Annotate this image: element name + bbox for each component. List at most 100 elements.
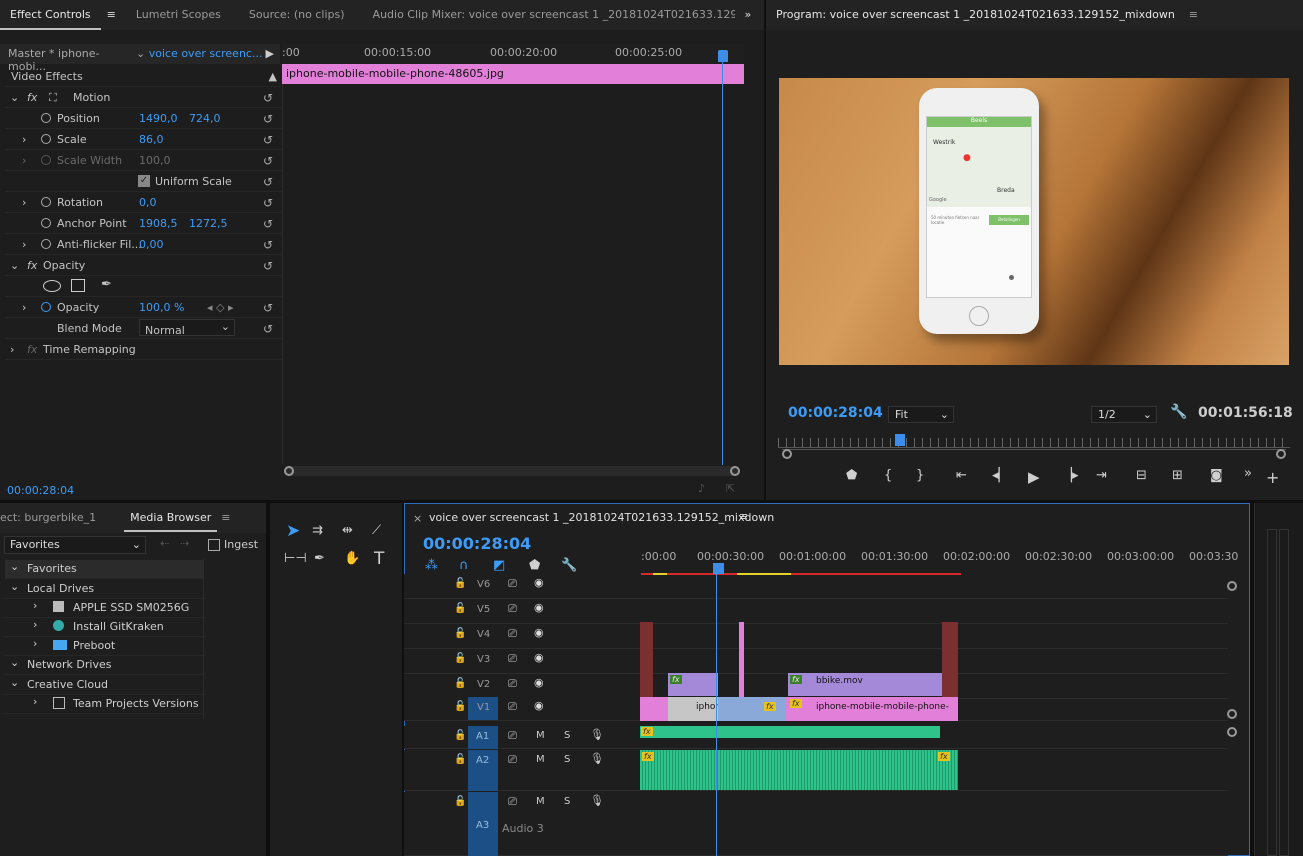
list-item[interactable]: ⌄ Favorites [5, 560, 203, 579]
timeline-clip[interactable]: iphor [668, 697, 718, 721]
sync-lock-icon[interactable]: ⎚ [508, 753, 517, 767]
sync-lock-icon[interactable]: ⎚ [508, 602, 517, 616]
more-tabs-icon[interactable]: » [735, 0, 762, 30]
go-to-in-icon[interactable]: ⇤ [956, 468, 967, 483]
anchor-x-value[interactable]: 1908,5 [139, 217, 178, 230]
tab-audio-clip-mixer[interactable]: Audio Clip Mixer: voice over screencast … [359, 0, 735, 30]
track-row-v3[interactable] [640, 649, 1228, 674]
transform-icon[interactable]: ⛶ [49, 91, 57, 105]
opacity-value[interactable]: 100,0 % [139, 301, 184, 314]
extract-icon[interactable]: ⊞ [1172, 468, 1183, 483]
track-select-tool-icon[interactable]: ⇉ [312, 523, 323, 538]
uniform-scale-checkbox[interactable]: ✓ [138, 175, 150, 187]
lock-icon[interactable]: 🔓 [454, 796, 466, 807]
linked-selection-icon[interactable]: ◩ [493, 558, 505, 573]
tab-effect-controls[interactable]: Effect Controls [0, 0, 101, 30]
scale-value[interactable]: 86,0 [139, 133, 164, 146]
resolution-select[interactable]: 1/2 ⌄ [1091, 406, 1157, 423]
type-tool-icon[interactable]: T [374, 549, 384, 569]
blend-mode-select[interactable]: Normal ⌄ [139, 319, 235, 337]
timeline-clip[interactable]: fx bbike.mov [788, 673, 942, 696]
chevron-right-icon[interactable]: › [22, 238, 26, 251]
slip-tool-icon[interactable]: ⊢⊣ [284, 551, 307, 566]
sync-lock-icon[interactable]: ⎚ [508, 795, 517, 809]
scroll-handle-left[interactable] [782, 449, 792, 459]
selection-tool-icon[interactable]: ➤ [286, 521, 300, 541]
opacity-section-row[interactable]: ⌄ fx Opacity ↺ [5, 255, 283, 276]
sync-lock-icon[interactable]: ⎚ [508, 729, 517, 743]
eye-icon[interactable]: ◉ [534, 626, 544, 639]
mic-icon[interactable]: 🎙 [590, 728, 604, 741]
chevron-right-icon[interactable]: › [22, 154, 26, 167]
tab-project[interactable]: ect: burgerbike_1 [0, 503, 100, 533]
nest-icon[interactable]: ⁂ [425, 558, 438, 573]
panel-menu-icon[interactable]: ≡ [1185, 0, 1202, 30]
keyframe-nav-icon[interactable]: ◂ ◇ ▸ [207, 301, 234, 314]
timeline-title[interactable]: voice over screencast 1 _20181024T021633… [429, 511, 774, 524]
play-icon[interactable]: ▶ [1028, 468, 1040, 486]
audio-clip[interactable]: fx [640, 726, 940, 738]
reset-icon[interactable]: ↺ [263, 238, 277, 252]
tab-lumetri-scopes[interactable]: Lumetri Scopes [122, 0, 235, 30]
fit-select[interactable]: Fit ⌄ [888, 406, 954, 423]
lift-icon[interactable]: ⊟ [1136, 468, 1147, 483]
chevron-right-icon[interactable]: › [22, 301, 26, 314]
favorites-select[interactable]: Favorites ⌄ [4, 536, 146, 554]
stopwatch-icon-active[interactable] [41, 302, 51, 312]
rectangle-mask-icon[interactable] [71, 279, 85, 292]
stopwatch-icon[interactable] [41, 239, 51, 249]
sync-lock-icon[interactable]: ⎚ [508, 652, 517, 666]
reset-icon[interactable]: ↺ [263, 175, 277, 189]
lock-icon[interactable]: 🔓 [454, 678, 466, 689]
scroll-handle-right[interactable] [730, 466, 740, 476]
tab-source[interactable]: Source: (no clips) [235, 0, 359, 30]
go-to-out-icon[interactable]: ⇥ [1096, 468, 1107, 483]
time-remap-row[interactable]: › fx Time Remapping [5, 339, 283, 360]
mark-in-icon[interactable]: { [884, 468, 892, 483]
export-icon[interactable]: ⇱ [726, 482, 735, 495]
fx-icon[interactable]: fx [27, 259, 37, 272]
add-button-icon[interactable]: + [1266, 468, 1279, 487]
reset-icon[interactable]: ↺ [263, 259, 277, 273]
lock-icon[interactable]: 🔓 [454, 701, 466, 712]
pen-tool-icon[interactable]: ✒ [314, 551, 325, 566]
eye-icon[interactable]: ◉ [534, 676, 544, 689]
track-row-v6[interactable] [640, 574, 1228, 599]
fx-badge[interactable]: fx [641, 727, 653, 736]
fx-badge[interactable]: fx [670, 675, 682, 684]
reset-icon[interactable]: ↺ [263, 154, 277, 168]
sync-lock-icon[interactable]: ⎚ [508, 577, 517, 591]
ellipse-mask-icon[interactable] [43, 280, 61, 292]
track-row-v5[interactable] [640, 599, 1228, 624]
sync-lock-icon[interactable]: ⎚ [508, 677, 517, 691]
effect-timeline-scrollbar[interactable] [284, 466, 740, 476]
collapse-icon[interactable]: ▲ [269, 70, 277, 83]
mic-icon[interactable]: 🎙 [590, 794, 604, 807]
add-marker-icon[interactable]: ⬟ [529, 558, 540, 573]
mark-out-icon[interactable]: } [916, 468, 924, 483]
reset-icon[interactable]: ↺ [263, 196, 277, 210]
eye-icon[interactable]: ◉ [534, 699, 544, 712]
list-item[interactable]: › Team Projects Versions [5, 695, 203, 714]
playhead-marker[interactable] [718, 50, 728, 62]
scroll-handle-right[interactable] [1276, 449, 1286, 459]
lock-icon[interactable]: 🔓 [454, 628, 466, 639]
scroll-handle-bottom[interactable] [1227, 709, 1237, 719]
mute-button[interactable]: M [536, 796, 545, 807]
scroll-handle-left[interactable] [284, 466, 294, 476]
ripple-edit-tool-icon[interactable]: ⇹ [342, 523, 353, 538]
lock-icon[interactable]: 🔓 [454, 603, 466, 614]
hand-tool-icon[interactable]: ✋ [344, 551, 360, 566]
reset-icon[interactable]: ↺ [263, 91, 277, 105]
eye-icon[interactable]: ◉ [534, 576, 544, 589]
solo-button[interactable]: S [564, 796, 570, 807]
step-forward-icon[interactable]: ▕▸ [1062, 468, 1079, 483]
effect-timecode[interactable]: 00:00:28:04 [7, 484, 74, 497]
motion-row[interactable]: ⌄ fx ⛶ Motion ↺ [5, 87, 283, 108]
reset-icon[interactable]: ↺ [263, 217, 277, 231]
lock-icon[interactable]: 🔓 [454, 730, 466, 741]
timeline-clip[interactable] [739, 622, 744, 697]
wrench-icon[interactable]: 🔧 [561, 558, 577, 573]
anchor-y-value[interactable]: 1272,5 [189, 217, 228, 230]
timeline-clip[interactable]: fx [668, 673, 718, 696]
